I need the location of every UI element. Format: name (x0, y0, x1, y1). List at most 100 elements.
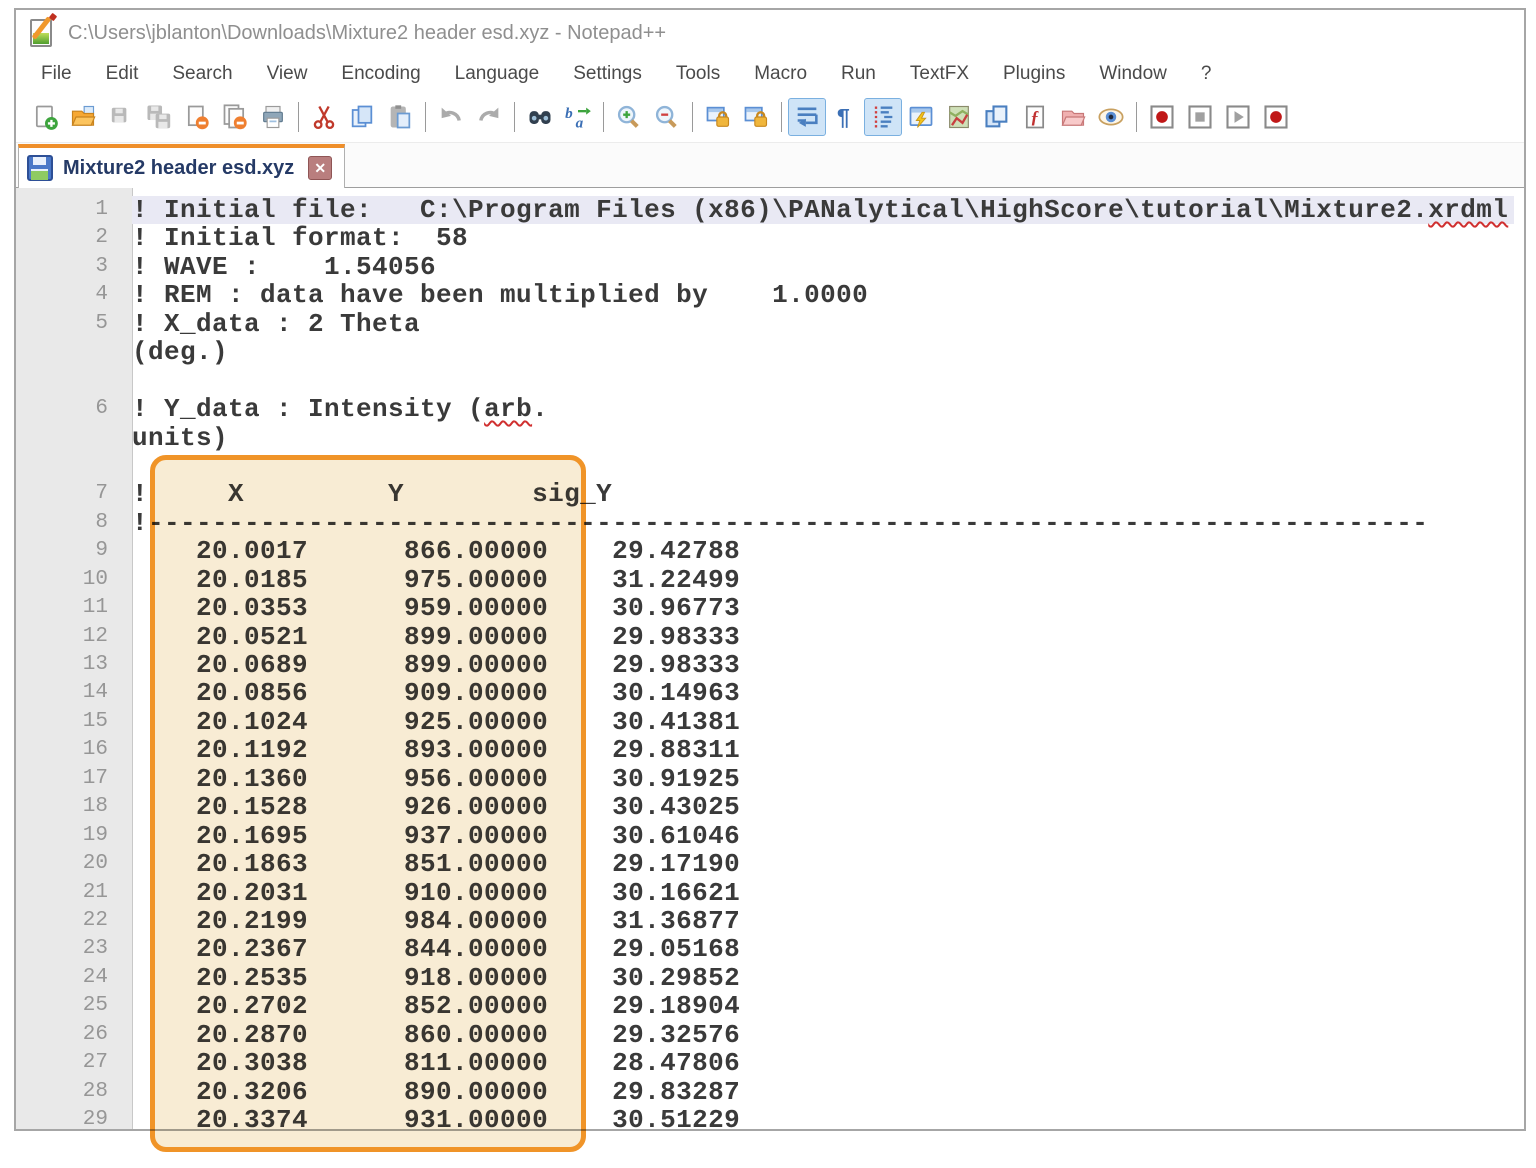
word-wrap-icon[interactable] (788, 98, 826, 136)
menu-item-language[interactable]: Language (438, 63, 557, 85)
line-text[interactable]: 20.2199 984.00000 31.36877 (132, 907, 1514, 935)
line-text[interactable] (132, 367, 1514, 395)
line-text[interactable]: 20.0185 975.00000 31.22499 (132, 566, 1514, 594)
line-text[interactable]: ! WAVE : 1.54056 (132, 253, 1514, 281)
line-text[interactable]: !---------------------------------------… (132, 509, 1514, 537)
open-file-icon[interactable] (64, 98, 102, 136)
udl-dialog-icon[interactable] (902, 98, 940, 136)
line-text[interactable]: 20.1863 851.00000 29.17190 (132, 850, 1514, 878)
replace-icon[interactable]: ba (559, 98, 597, 136)
line-number: 28 (16, 1078, 132, 1106)
line-text[interactable]: 20.3206 890.00000 29.83287 (132, 1078, 1514, 1106)
line-text[interactable]: ! X_data : 2 Theta (132, 310, 1514, 338)
line-text[interactable]: ! Y_data : Intensity (arb. (132, 395, 1514, 423)
copy-icon[interactable] (343, 98, 381, 136)
function-list-icon[interactable]: ƒ (1016, 98, 1054, 136)
line-text[interactable]: 20.1695 937.00000 30.61046 (132, 822, 1514, 850)
menu-item-file[interactable]: File (24, 63, 89, 85)
paste-icon[interactable] (381, 98, 419, 136)
menu-item-run[interactable]: Run (824, 63, 893, 85)
zoom-in-icon[interactable] (610, 98, 648, 136)
menu-item-view[interactable]: View (250, 63, 325, 85)
tab-mixture2-header-esd[interactable]: Mixture2 header esd.xyz ✕ (18, 144, 345, 188)
macro-record-icon[interactable] (1143, 98, 1181, 136)
sync-scroll-v-icon[interactable] (699, 98, 737, 136)
line-text[interactable]: 20.1024 925.00000 30.41381 (132, 708, 1514, 736)
undo-icon[interactable] (432, 98, 470, 136)
save-icon[interactable] (102, 98, 140, 136)
line-text[interactable]: ! REM : data have been multiplied by 1.0… (132, 281, 1514, 309)
redo-icon[interactable] (470, 98, 508, 136)
line-text[interactable]: 20.2702 852.00000 29.18904 (132, 992, 1514, 1020)
data-row: 17 20.1360 956.00000 30.91925 (16, 765, 1524, 793)
data-row: 26 20.2870 860.00000 29.32576 (16, 1021, 1524, 1049)
cut-icon[interactable] (305, 98, 343, 136)
line-text[interactable]: 20.0689 899.00000 29.98333 (132, 651, 1514, 679)
text-row: 4! REM : data have been multiplied by 1.… (16, 281, 1524, 309)
menu-item-[interactable]: ? (1184, 63, 1229, 85)
document-map-icon[interactable] (940, 98, 978, 136)
menu-item-window[interactable]: Window (1082, 63, 1184, 85)
menu-item-edit[interactable]: Edit (89, 63, 156, 85)
line-number: 6 (16, 395, 132, 423)
line-text[interactable]: 20.1192 893.00000 29.88311 (132, 736, 1514, 764)
line-text[interactable]: 20.0521 899.00000 29.98333 (132, 623, 1514, 651)
line-text[interactable]: 20.1528 926.00000 30.43025 (132, 793, 1514, 821)
line-text[interactable] (132, 452, 1514, 480)
show-all-chars-icon[interactable]: ¶ (826, 98, 864, 136)
misspelled-word: arb (484, 394, 532, 424)
line-number: 18 (16, 793, 132, 821)
find-icon[interactable] (521, 98, 559, 136)
line-number: 16 (16, 736, 132, 764)
line-text[interactable]: ! X Y sig_Y (132, 480, 1514, 508)
menu-item-encoding[interactable]: Encoding (324, 63, 437, 85)
line-text[interactable]: (deg.) (132, 338, 1514, 366)
line-text[interactable]: 20.2367 844.00000 29.05168 (132, 935, 1514, 963)
line-number: 19 (16, 822, 132, 850)
line-text[interactable]: 20.0353 959.00000 30.96773 (132, 594, 1514, 622)
macro-save-icon[interactable] (1257, 98, 1295, 136)
editor-area[interactable]: 1! Initial file: C:\Program Files (x86)\… (16, 188, 1524, 1129)
menu-item-search[interactable]: Search (155, 63, 249, 85)
indent-guide-icon[interactable] (864, 98, 902, 136)
menu-item-textfx[interactable]: TextFX (893, 63, 986, 85)
macro-play-icon[interactable] (1219, 98, 1257, 136)
sync-scroll-h-icon[interactable] (737, 98, 775, 136)
print-icon[interactable] (254, 98, 292, 136)
line-text[interactable]: 20.0017 866.00000 29.42788 (132, 537, 1514, 565)
monitoring-icon[interactable] (1092, 98, 1130, 136)
toolbar: ba ¶ ƒ (16, 92, 1524, 143)
tab-close-icon[interactable]: ✕ (308, 156, 332, 180)
data-row: 21 20.2031 910.00000 30.16621 (16, 879, 1524, 907)
line-text[interactable]: ! Initial format: 58 (132, 224, 1514, 252)
line-number: 12 (16, 623, 132, 651)
text-row: 7! X Y sig_Y (16, 480, 1524, 508)
line-text[interactable]: ! Initial file: C:\Program Files (x86)\P… (132, 196, 1514, 224)
menu-item-tools[interactable]: Tools (659, 63, 737, 85)
menu-item-macro[interactable]: Macro (737, 63, 824, 85)
text-row: 8!--------------------------------------… (16, 509, 1524, 537)
line-number (16, 338, 132, 366)
close-all-icon[interactable] (216, 98, 254, 136)
folder-workspace-icon[interactable] (1054, 98, 1092, 136)
line-number: 15 (16, 708, 132, 736)
menu-item-plugins[interactable]: Plugins (986, 63, 1082, 85)
line-text[interactable]: 20.2870 860.00000 29.32576 (132, 1021, 1514, 1049)
line-text[interactable]: 20.1360 956.00000 30.91925 (132, 765, 1514, 793)
line-text[interactable]: 20.0856 909.00000 30.14963 (132, 679, 1514, 707)
new-file-icon[interactable] (26, 98, 64, 136)
data-row: 11 20.0353 959.00000 30.96773 (16, 594, 1524, 622)
line-text[interactable]: 20.3038 811.00000 28.47806 (132, 1049, 1514, 1077)
macro-stop-icon[interactable] (1181, 98, 1219, 136)
save-all-icon[interactable] (140, 98, 178, 136)
data-row: 24 20.2535 918.00000 30.29852 (16, 964, 1524, 992)
line-text[interactable]: 20.2535 918.00000 30.29852 (132, 964, 1514, 992)
line-text[interactable]: units) (132, 424, 1514, 452)
text-row: 3! WAVE : 1.54056 (16, 253, 1524, 281)
menu-item-settings[interactable]: Settings (556, 63, 659, 85)
line-text[interactable]: 20.2031 910.00000 30.16621 (132, 879, 1514, 907)
document-switcher-icon[interactable] (978, 98, 1016, 136)
line-text[interactable]: 20.3374 931.00000 30.51229 (132, 1106, 1514, 1129)
close-file-icon[interactable] (178, 98, 216, 136)
zoom-out-icon[interactable] (648, 98, 686, 136)
